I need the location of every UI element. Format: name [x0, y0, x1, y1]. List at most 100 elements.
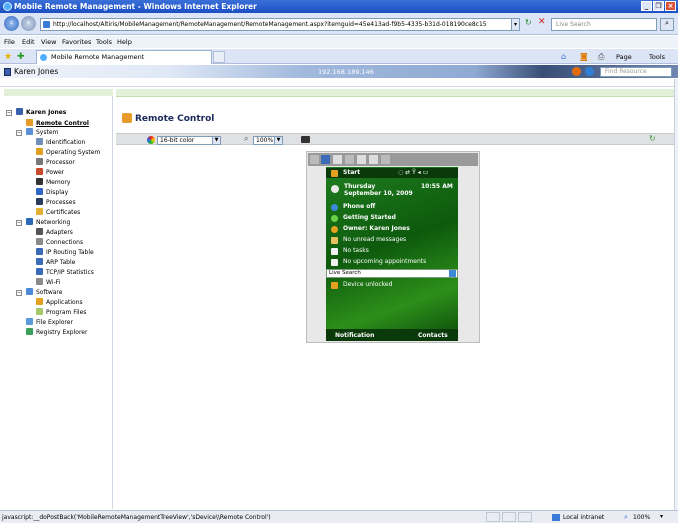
- today-item-label: Phone off: [343, 203, 376, 210]
- forward-button[interactable]: ›: [21, 16, 36, 31]
- tree-item-label: Memory: [46, 179, 71, 186]
- tree-item-arp-table[interactable]: ARP Table: [36, 258, 75, 266]
- operating-system-icon: [36, 148, 43, 155]
- menu-tools[interactable]: Tools: [96, 38, 112, 46]
- home-icon[interactable]: ⌂: [561, 52, 566, 61]
- tree-item-processor[interactable]: Processor: [36, 158, 75, 166]
- power-icon: [36, 168, 43, 175]
- app-header: Karen Jones 192.168.189.146 Find Resourc…: [0, 65, 678, 78]
- feeds-icon[interactable]: ◙: [580, 52, 588, 61]
- device-start-bar[interactable]: Start ◌ ⇄ Ÿ ◂ ▭: [326, 168, 458, 178]
- tree-collapse-root[interactable]: −: [6, 110, 12, 116]
- softkey-notification[interactable]: Notification: [335, 332, 374, 339]
- url-input[interactable]: http://localhost/Altiris/MobileManagemen…: [40, 18, 518, 31]
- today-item-phone[interactable]: Phone off: [326, 202, 458, 212]
- menu-favorites[interactable]: Favorites: [62, 38, 91, 46]
- keyboard-icon[interactable]: [333, 155, 342, 164]
- vertical-scrollbar[interactable]: [674, 79, 678, 510]
- tree-item-connections[interactable]: Connections: [36, 238, 83, 246]
- today-item-messages[interactable]: No unread messages: [326, 235, 458, 245]
- tree-item-system[interactable]: System: [26, 128, 58, 136]
- tree-item-power[interactable]: Power: [36, 168, 64, 176]
- add-favorite-icon[interactable]: ✚: [17, 52, 25, 62]
- tree-item-wifi[interactable]: Wi-Fi: [36, 278, 60, 286]
- tree-item-certificates[interactable]: Certificates: [36, 208, 80, 216]
- color-depth-select[interactable]: 16-bit color ▼: [157, 136, 221, 145]
- today-item-tasks[interactable]: No tasks: [326, 246, 458, 256]
- live-search-input[interactable]: Live Search: [551, 18, 657, 31]
- tree-item-processes[interactable]: Processes: [36, 198, 76, 206]
- tree-item-program-files[interactable]: Program Files: [36, 308, 86, 316]
- device-tool-icon[interactable]: [381, 155, 390, 164]
- menu-help[interactable]: Help: [117, 38, 132, 46]
- device-tool-icon[interactable]: [345, 155, 354, 164]
- system-icon: [26, 128, 33, 135]
- tree-item-display[interactable]: Display: [36, 188, 68, 196]
- zoom-select[interactable]: 100% ▼: [253, 136, 283, 145]
- softkey-contacts[interactable]: Contacts: [418, 332, 448, 339]
- device-live-search-input[interactable]: Live Search: [326, 269, 458, 278]
- menu-edit[interactable]: Edit: [22, 38, 35, 46]
- tab-bar: ★ ✚ Mobile Remote Management ⌂ ◙ ⎙ Page …: [0, 49, 678, 64]
- back-button[interactable]: ‹: [4, 16, 19, 31]
- header-user-name: Karen Jones: [14, 67, 59, 76]
- refresh-orange-icon[interactable]: [572, 67, 581, 76]
- today-item-owner[interactable]: Owner: Karen Jones: [326, 224, 458, 234]
- tree-collapse-system[interactable]: −: [16, 130, 22, 136]
- close-button[interactable]: ×: [665, 1, 676, 11]
- tree-root[interactable]: Karen Jones: [16, 108, 66, 116]
- refresh-icon[interactable]: ↻: [649, 134, 656, 143]
- menu-file[interactable]: File: [4, 38, 15, 46]
- tree-item-label: TCP/IP Statistics: [46, 269, 94, 276]
- today-item-getting-started[interactable]: Getting Started: [326, 213, 458, 223]
- tools-menu[interactable]: Tools: [649, 53, 665, 61]
- tree-item-remote-control[interactable]: Remote Control: [26, 119, 89, 127]
- device-tool-icon[interactable]: [310, 155, 319, 164]
- tab-mobile-remote-management[interactable]: Mobile Remote Management: [36, 50, 212, 64]
- tree-item-operating-system[interactable]: Operating System: [36, 148, 100, 156]
- page-menu[interactable]: Page: [616, 53, 632, 61]
- today-item-device-lock[interactable]: Device unlocked: [326, 280, 458, 290]
- tree-item-file-explorer[interactable]: File Explorer: [26, 318, 73, 326]
- today-item-label: No unread messages: [343, 236, 407, 243]
- tree-item-adapters[interactable]: Adapters: [36, 228, 73, 236]
- chevron-down-icon[interactable]: ▾: [660, 513, 663, 520]
- search-icon[interactable]: ⌕: [660, 18, 674, 31]
- menu-view[interactable]: View: [41, 38, 56, 46]
- device-tool-icon[interactable]: [369, 155, 378, 164]
- stop-icon[interactable]: ✕: [538, 17, 546, 27]
- search-go-icon[interactable]: [449, 270, 456, 277]
- tree-item-registry-explorer[interactable]: Registry Explorer: [26, 328, 87, 336]
- tree-item-software[interactable]: Software: [26, 288, 62, 296]
- zoom-status-icon: ⌕: [624, 513, 628, 521]
- refresh-icon[interactable]: ↻: [525, 18, 532, 27]
- screenshot-icon[interactable]: [301, 136, 310, 143]
- tree-collapse-networking[interactable]: −: [16, 220, 22, 226]
- tree-item-label: Identification: [46, 139, 86, 146]
- find-resource-input[interactable]: Find Resource: [600, 67, 672, 77]
- favorites-star-icon[interactable]: ★: [4, 52, 12, 62]
- info-icon[interactable]: [585, 67, 594, 76]
- tree-item-memory[interactable]: Memory: [36, 178, 70, 186]
- device-tool-icon[interactable]: [357, 155, 366, 164]
- tree-item-label: Adapters: [46, 229, 73, 236]
- tree-item-networking[interactable]: Networking: [26, 218, 70, 226]
- tree-item-applications[interactable]: Applications: [36, 298, 83, 306]
- device-screen[interactable]: Start ◌ ⇄ Ÿ ◂ ▭ Thursday September 10, 2…: [326, 167, 458, 341]
- maximize-button[interactable]: ❐: [653, 1, 664, 11]
- tree-item-tcpip-statistics[interactable]: TCP/IP Statistics: [36, 268, 94, 276]
- minimize-button[interactable]: _: [641, 1, 652, 11]
- today-item-appointments[interactable]: No upcoming appointments: [326, 257, 458, 267]
- tree-item-ip-routing-table[interactable]: IP Routing Table: [36, 248, 94, 256]
- tree-item-label: Certificates: [46, 209, 81, 216]
- tree-item-identification[interactable]: Identification: [36, 138, 85, 146]
- new-tab-button[interactable]: [213, 51, 225, 63]
- device-toolbar: [308, 153, 478, 166]
- url-dropdown-button[interactable]: ▾: [511, 18, 520, 31]
- security-zone[interactable]: Local intranet: [563, 514, 604, 521]
- tree-collapse-software[interactable]: −: [16, 290, 22, 296]
- zoom-level[interactable]: 100%: [633, 514, 650, 521]
- pen-icon[interactable]: [321, 155, 330, 164]
- device-date: September 10, 2009: [344, 190, 413, 197]
- print-icon[interactable]: ⎙: [598, 52, 604, 62]
